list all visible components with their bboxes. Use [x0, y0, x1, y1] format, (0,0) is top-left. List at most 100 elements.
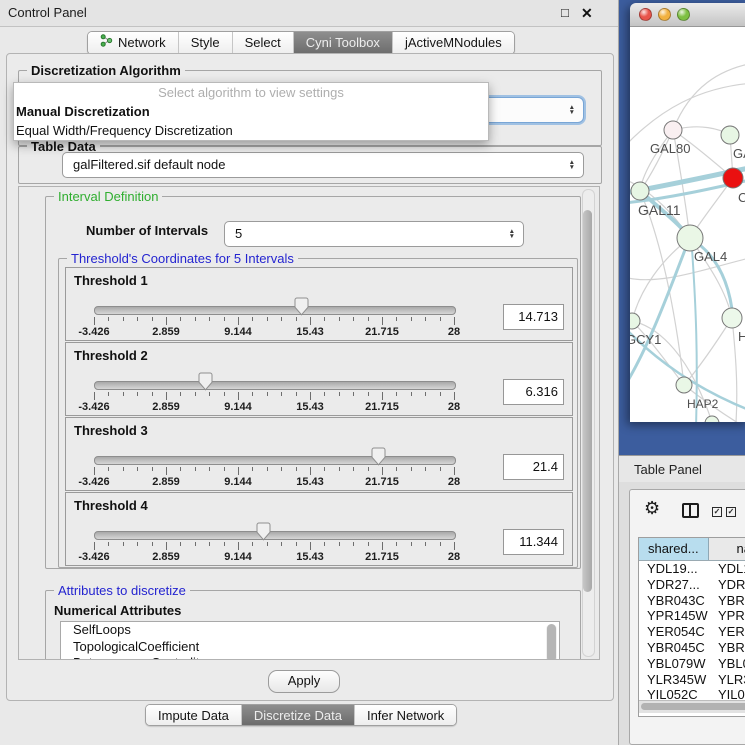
threshold-panel-1: Threshold 1-3.4262.8599.14415.4321.71528…	[65, 267, 573, 341]
tab-label: Style	[191, 33, 220, 53]
table-row[interactable]: YBR043CYBR0	[639, 593, 745, 609]
network-node[interactable]	[722, 308, 742, 328]
spinner-arrows-icon: ▲▼	[569, 160, 575, 170]
mac-zoom-icon[interactable]	[677, 8, 690, 21]
network-view-window[interactable]: GAL80GACGAL11GAL4GCY1HHAP2	[630, 3, 745, 422]
table-horizontal-scrollbar[interactable]	[639, 700, 745, 713]
gear-icon[interactable]: ⚙	[644, 498, 660, 519]
network-node-label: GA	[733, 146, 745, 161]
tab-discretize-data[interactable]: Discretize Data	[242, 705, 355, 725]
network-node[interactable]	[721, 126, 739, 144]
network-canvas[interactable]: GAL80GACGAL11GAL4GCY1HHAP2	[630, 27, 745, 422]
network-edge	[732, 318, 737, 422]
threshold-value-field[interactable]: 11.344	[503, 529, 564, 555]
mac-close-icon[interactable]	[639, 8, 652, 21]
list-item-betweennesscentrality[interactable]: BetweennessCentrality	[61, 655, 559, 660]
slider-thumb-icon[interactable]	[256, 522, 271, 541]
tab-label: Select	[245, 33, 281, 53]
tab-select[interactable]: Select	[233, 32, 294, 54]
tick-label: 21.715	[365, 401, 399, 413]
tick-label: 2.859	[152, 326, 180, 338]
numerical-attributes-label: Numerical Attributes	[54, 603, 181, 618]
tick-mark	[382, 542, 383, 550]
checkbox-icon[interactable]: ✓	[712, 507, 722, 517]
tick-mark	[209, 542, 210, 546]
slider-track[interactable]	[94, 456, 456, 465]
tab-infer-network[interactable]: Infer Network	[355, 705, 456, 725]
tab-impute-data[interactable]: Impute Data	[146, 705, 242, 725]
tick-mark	[94, 317, 95, 325]
tab-jactivemnodules[interactable]: jActiveMNodules	[393, 32, 514, 54]
table-row[interactable]: YPR145WYPR1	[639, 608, 745, 624]
algorithm-option-manual-discretization[interactable]: Manual Discretization	[14, 102, 488, 121]
tick-mark	[195, 317, 196, 321]
network-node[interactable]	[705, 416, 719, 422]
table-header-shared[interactable]: shared...	[639, 538, 709, 560]
list-item-selfloops[interactable]: SelfLoops	[61, 622, 559, 639]
algorithm-option-equal-width-frequency-discretization[interactable]: Equal Width/Frequency Discretization	[14, 121, 488, 140]
node-attribute-table[interactable]: shared...na YDL19...YDL1YDR27...YDR2YBR0…	[638, 537, 745, 717]
tick-mark	[310, 317, 311, 325]
slider-track[interactable]	[94, 306, 456, 315]
threshold-value-field[interactable]: 21.4	[503, 454, 564, 480]
checkbox-icon[interactable]: ✓	[726, 507, 736, 517]
table-panel-title: Table Panel	[634, 462, 702, 477]
tab-style[interactable]: Style	[179, 32, 233, 54]
slider-thumb-icon[interactable]	[294, 297, 309, 316]
tick-mark	[94, 542, 95, 550]
tick-mark	[166, 542, 167, 550]
tick-label: 15.43	[296, 476, 324, 488]
network-node[interactable]	[630, 313, 640, 329]
network-node[interactable]	[664, 121, 682, 139]
table-header-na[interactable]: na	[709, 538, 745, 560]
slider-thumb-icon[interactable]	[198, 372, 213, 391]
tick-mark	[195, 542, 196, 546]
table-row[interactable]: YLR345WYLR3	[639, 672, 745, 688]
tick-mark	[454, 392, 455, 400]
numerical-attributes-list[interactable]: SelfLoopsTopologicalCoefficientBetweenne…	[60, 621, 560, 660]
threshold-value-field[interactable]: 6.316	[503, 379, 564, 405]
mac-minimize-icon[interactable]	[658, 8, 671, 21]
tick-mark	[310, 392, 311, 400]
tab-cyni-toolbox[interactable]: Cyni Toolbox	[294, 32, 393, 54]
scrollbar-thumb[interactable]	[641, 703, 745, 710]
split-column-icon[interactable]	[682, 503, 699, 518]
settings-scrollbar[interactable]	[582, 189, 595, 657]
tick-mark	[411, 467, 412, 471]
tick-label: -3.426	[78, 326, 109, 338]
scrollbar-thumb[interactable]	[547, 624, 556, 660]
table-row[interactable]: YDL19...YDL1	[639, 561, 745, 577]
close-icon[interactable]: ✕	[581, 5, 593, 22]
number-of-intervals-spinner[interactable]: 5 ▲▼	[224, 221, 524, 247]
table-row[interactable]: YBL079WYBL0	[639, 656, 745, 672]
table-row[interactable]: YDR27...YDR2	[639, 577, 745, 593]
list-scrollbar[interactable]	[546, 624, 557, 660]
slider-track[interactable]	[94, 531, 456, 540]
apply-button[interactable]: Apply	[268, 670, 340, 693]
network-node[interactable]	[631, 182, 649, 200]
tick-mark	[152, 317, 153, 321]
tick-mark	[339, 317, 340, 321]
tab-network[interactable]: Network	[88, 32, 179, 54]
tick-label: 21.715	[365, 551, 399, 563]
tick-label: 28	[448, 326, 460, 338]
slider-track[interactable]	[94, 381, 456, 390]
float-window-icon[interactable]: □	[561, 5, 569, 20]
network-node-label: C	[738, 190, 745, 205]
tick-mark	[108, 392, 109, 396]
network-node[interactable]	[723, 168, 743, 188]
table-row[interactable]: YBR045CYBR0	[639, 640, 745, 656]
network-window-titlebar[interactable]	[630, 3, 745, 27]
tick-mark	[324, 317, 325, 321]
tick-mark	[368, 317, 369, 321]
network-node[interactable]	[676, 377, 692, 393]
number-of-intervals-value: 5	[235, 226, 242, 241]
network-node[interactable]	[677, 225, 703, 251]
threshold-value-field[interactable]: 14.713	[503, 304, 564, 330]
scrollbar-thumb[interactable]	[583, 210, 592, 592]
list-item-topologicalcoefficient[interactable]: TopologicalCoefficient	[61, 639, 559, 656]
slider-thumb-icon[interactable]	[371, 447, 386, 466]
table-row[interactable]: YER054CYER0	[639, 624, 745, 640]
threshold-label: Threshold 4	[74, 498, 148, 513]
table-data-select[interactable]: galFiltered.sif default node ▲▼	[62, 152, 584, 178]
